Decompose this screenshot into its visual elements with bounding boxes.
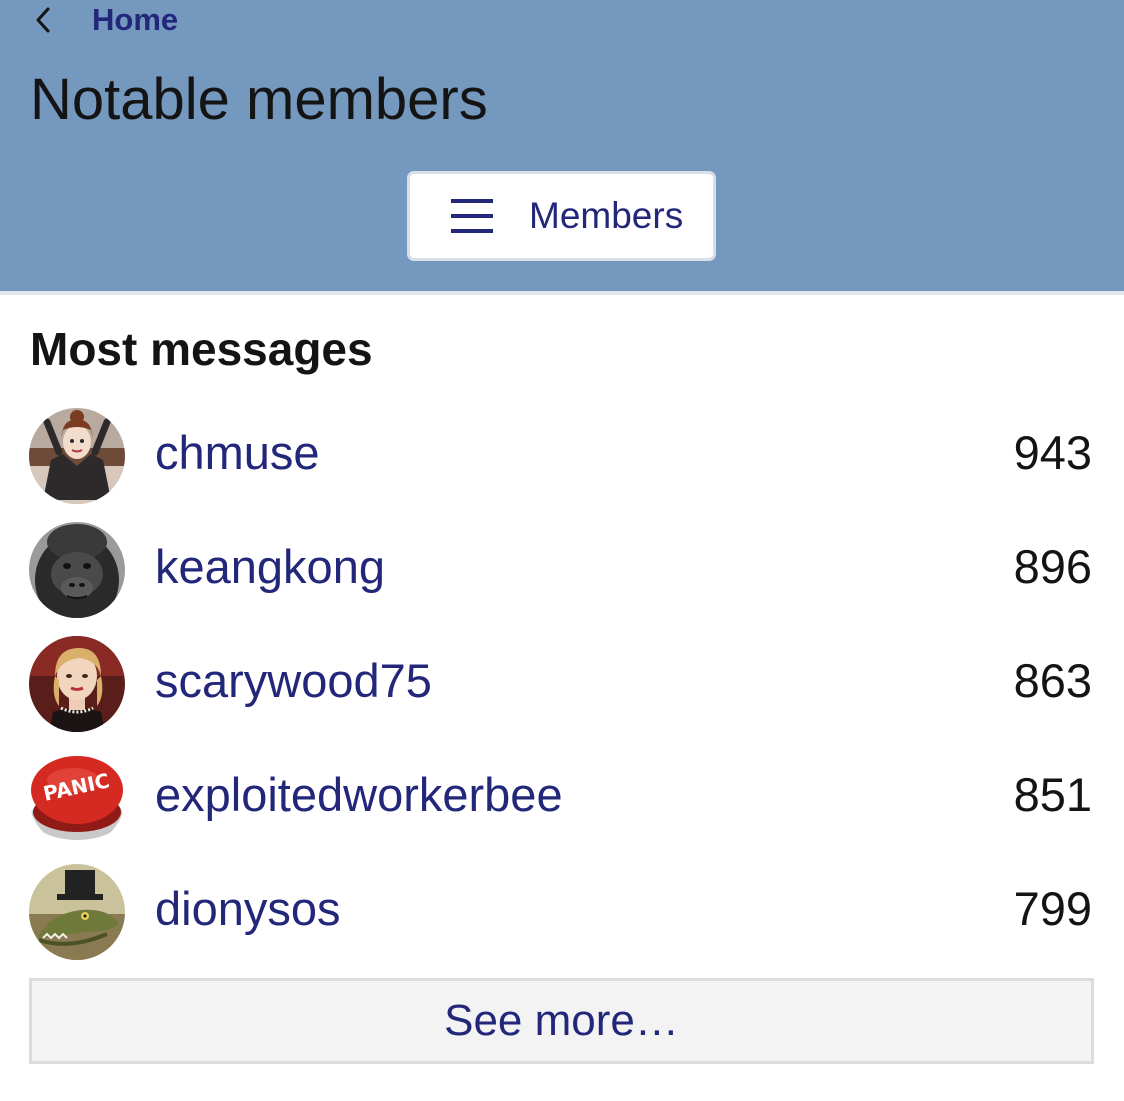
message-count: 943 [1013, 426, 1092, 479]
section-title: Most messages [30, 323, 373, 375]
members-menu-button[interactable]: Members [407, 171, 716, 261]
see-more-button[interactable]: See more… [29, 978, 1094, 1064]
message-count: 799 [1013, 882, 1092, 935]
list-item: PANIC exploitedworkerbee 851 [0, 740, 1124, 854]
member-name[interactable]: exploitedworkerbee [155, 766, 563, 824]
hamburger-menu-icon [451, 199, 493, 233]
member-list: chmuse 943 keangkong 896 scarywood75 863… [0, 398, 1124, 968]
member-name[interactable]: keangkong [155, 538, 385, 596]
member-name[interactable]: dionysos [155, 880, 341, 938]
message-count: 863 [1013, 654, 1092, 707]
chevron-left-icon [30, 0, 56, 40]
back-link[interactable]: Home [30, 0, 178, 40]
list-item: scarywood75 863 [0, 626, 1124, 740]
members-menu-label: Members [529, 195, 684, 236]
message-count: 851 [1013, 768, 1092, 821]
message-count: 896 [1013, 540, 1092, 593]
see-more-label: See more… [444, 996, 679, 1045]
member-name[interactable]: chmuse [155, 424, 320, 482]
page-title: Notable members [30, 67, 488, 132]
avatar[interactable] [29, 522, 125, 618]
avatar[interactable] [29, 864, 125, 960]
list-item: dionysos 799 [0, 854, 1124, 968]
avatar[interactable]: PANIC [29, 750, 125, 846]
avatar[interactable] [29, 408, 125, 504]
list-item: chmuse 943 [0, 398, 1124, 512]
avatar[interactable] [29, 636, 125, 732]
header-divider [0, 291, 1124, 295]
back-link-label: Home [92, 2, 179, 37]
page-header: Home Notable members Members [0, 0, 1124, 291]
list-item: keangkong 896 [0, 512, 1124, 626]
member-name[interactable]: scarywood75 [155, 652, 432, 710]
